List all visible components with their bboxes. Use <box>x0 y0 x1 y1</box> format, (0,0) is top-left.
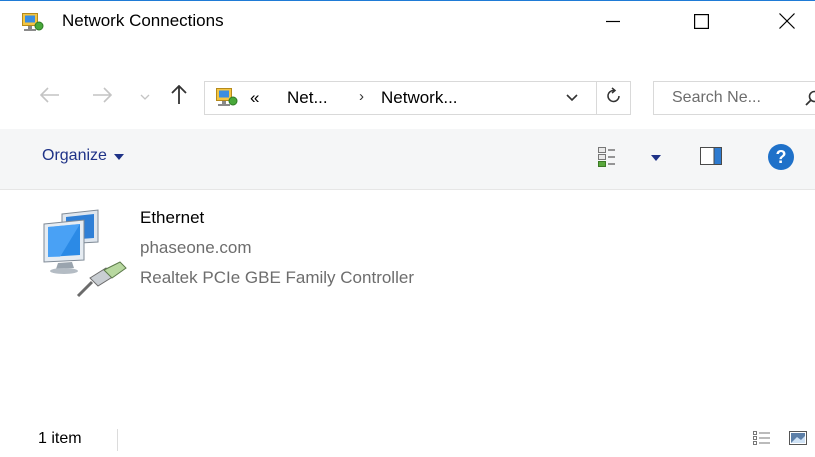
search-input[interactable]: Search Ne... <box>653 81 815 115</box>
caret-down-icon <box>113 154 124 160</box>
breadcrumb-overflow[interactable]: « <box>250 88 259 108</box>
item-count: 1 item <box>38 430 82 447</box>
title-bar[interactable]: Network Connections <box>0 1 815 41</box>
up-arrow-icon <box>171 84 187 110</box>
help-icon[interactable]: ? <box>768 144 794 170</box>
forward-button[interactable] <box>90 85 114 109</box>
network-connections-icon <box>216 88 238 113</box>
chevron-down-icon <box>140 88 150 106</box>
back-arrow-icon <box>39 86 60 108</box>
large-icons-view-icon[interactable] <box>789 431 807 450</box>
forward-arrow-icon <box>92 86 113 108</box>
search-placeholder: Search Ne... <box>672 89 761 106</box>
close-button[interactable] <box>764 1 810 41</box>
address-row: « Net... › Network... Search Ne... <box>0 73 815 121</box>
breadcrumb-separator[interactable]: › <box>359 88 364 105</box>
address-dropdown-button[interactable] <box>560 86 584 110</box>
maximize-button[interactable] <box>678 1 724 41</box>
list-item[interactable]: Ethernet phaseone.com Realtek PCIe GBE F… <box>40 206 520 298</box>
breadcrumb-item[interactable]: Network... <box>381 88 458 108</box>
up-button[interactable] <box>167 84 191 110</box>
view-options-caret-icon[interactable] <box>651 155 661 161</box>
back-button[interactable] <box>38 85 62 109</box>
connection-status: phaseone.com <box>140 238 252 257</box>
organize-menu-button[interactable]: Organize <box>42 147 124 165</box>
status-divider <box>117 429 118 451</box>
organize-label: Organize <box>42 147 107 164</box>
window-title: Network Connections <box>62 11 224 30</box>
minimize-icon <box>606 14 620 28</box>
breadcrumb-item[interactable]: Net... <box>287 88 328 108</box>
details-view-icon[interactable] <box>753 431 771 450</box>
network-connections-icon <box>22 13 44 38</box>
close-icon <box>779 13 795 29</box>
connection-device: Realtek PCIe GBE Family Controller <box>140 268 414 287</box>
ethernet-adapter-icon <box>40 208 130 303</box>
recent-locations-button[interactable] <box>138 85 152 109</box>
preview-pane-button[interactable] <box>700 147 722 170</box>
connection-name: Ethernet <box>140 208 205 227</box>
refresh-icon <box>606 86 622 110</box>
explorer-window: Network Connections « Net... › Network..… <box>0 0 815 457</box>
search-icon[interactable] <box>805 90 815 111</box>
refresh-button[interactable] <box>597 81 631 115</box>
maximize-icon <box>693 13 709 29</box>
status-bar: 1 item <box>0 421 815 457</box>
command-bar: Organize ? <box>0 129 815 190</box>
address-bar[interactable]: « Net... › Network... <box>204 81 597 115</box>
minimize-button[interactable] <box>590 1 636 41</box>
change-view-button[interactable] <box>598 147 616 172</box>
